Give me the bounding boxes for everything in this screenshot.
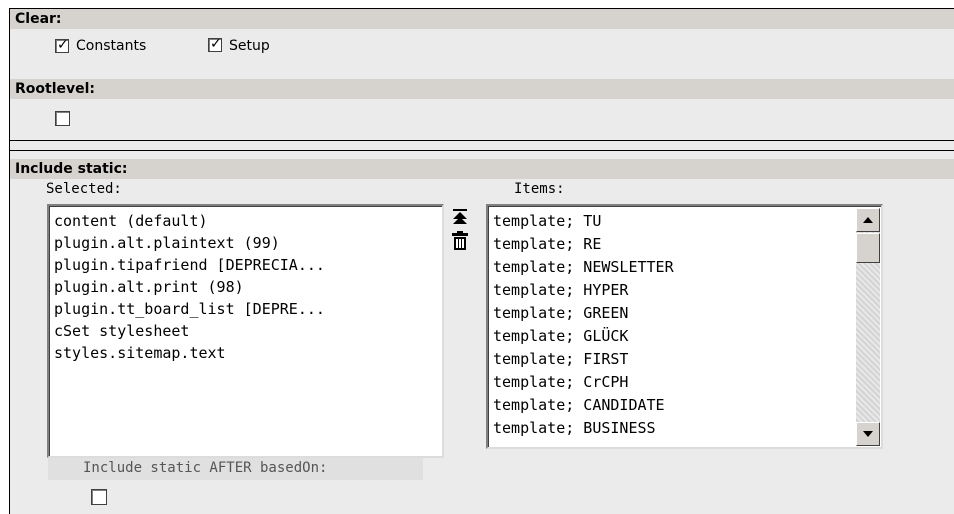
list-item[interactable]: template; GLÜCK: [493, 324, 628, 348]
clear-row: ✓ Constants ✓ Setup: [10, 29, 954, 58]
list-item[interactable]: template; CANDIDATE: [493, 393, 665, 417]
checkmark-icon: ✓: [210, 36, 222, 52]
include-static-header: Include static:: [10, 159, 954, 179]
checkmark-icon: ✓: [57, 37, 69, 53]
list-item[interactable]: template; CrCPH: [493, 370, 628, 394]
arrow-up-icon: [863, 217, 873, 223]
list-item[interactable]: template; GREEN: [493, 301, 628, 325]
list-item[interactable]: template; TU: [493, 209, 601, 233]
items-label: Items:: [514, 181, 565, 197]
list-item[interactable]: template; BUSINESS: [493, 416, 656, 440]
rootlevel-row: [10, 99, 954, 138]
list-item[interactable]: styles.sitemap.text: [54, 341, 226, 365]
constants-checkbox[interactable]: ✓: [55, 37, 69, 53]
trash-icon[interactable]: [450, 231, 470, 251]
constants-label: Constants: [76, 38, 147, 54]
list-item[interactable]: template; NEWSLETTER: [493, 255, 674, 279]
items-scrollbar[interactable]: [856, 208, 880, 446]
rootlevel-header-label: Rootlevel:: [15, 81, 96, 97]
scroll-up-button[interactable]: [856, 208, 880, 232]
selected-list: content (default) plugin.alt.plaintext (…: [49, 206, 442, 456]
divider: [10, 140, 954, 141]
list-item[interactable]: plugin.tipafriend [DEPRECIA...: [54, 253, 325, 277]
divider: [10, 150, 954, 151]
setup-label: Setup: [229, 38, 270, 54]
selected-listbox[interactable]: content (default) plugin.alt.plaintext (…: [47, 204, 444, 458]
rootlevel-header: Rootlevel:: [10, 79, 954, 99]
list-item[interactable]: plugin.alt.print (98): [54, 275, 244, 299]
after-basedon-label: Include static AFTER basedOn:: [83, 460, 328, 476]
list-item[interactable]: plugin.alt.plaintext (99): [54, 231, 280, 255]
list-item[interactable]: cSet stylesheet: [54, 319, 189, 343]
scroll-down-button[interactable]: [856, 422, 880, 446]
after-basedon-checkbox[interactable]: [91, 489, 107, 505]
list-item[interactable]: content (default): [54, 209, 208, 233]
setup-checkbox[interactable]: ✓: [208, 36, 222, 52]
list-item[interactable]: template; HYPER: [493, 278, 628, 302]
scroll-thumb[interactable]: [856, 233, 880, 263]
list-item[interactable]: plugin.tt_board_list [DEPRE...: [54, 297, 325, 321]
items-listbox[interactable]: template; TU template; RE template; NEWS…: [486, 204, 883, 449]
clear-header-label: Clear:: [15, 11, 62, 27]
clear-header: Clear:: [10, 9, 954, 29]
rootlevel-checkbox[interactable]: [55, 111, 70, 126]
items-list: template; TU template; RE template; NEWS…: [488, 206, 881, 447]
form-panel: Clear: ✓ Constants ✓ Setup Rootlevel: In…: [9, 8, 954, 514]
selected-label: Selected:: [46, 181, 122, 197]
arrow-down-icon: [863, 431, 873, 437]
move-to-top-icon[interactable]: [450, 207, 470, 227]
list-item[interactable]: template; FIRST: [493, 347, 628, 371]
include-static-header-label: Include static:: [15, 161, 128, 177]
list-item[interactable]: template; RE: [493, 232, 601, 256]
after-basedon-label-box: Include static AFTER basedOn:: [48, 458, 423, 480]
